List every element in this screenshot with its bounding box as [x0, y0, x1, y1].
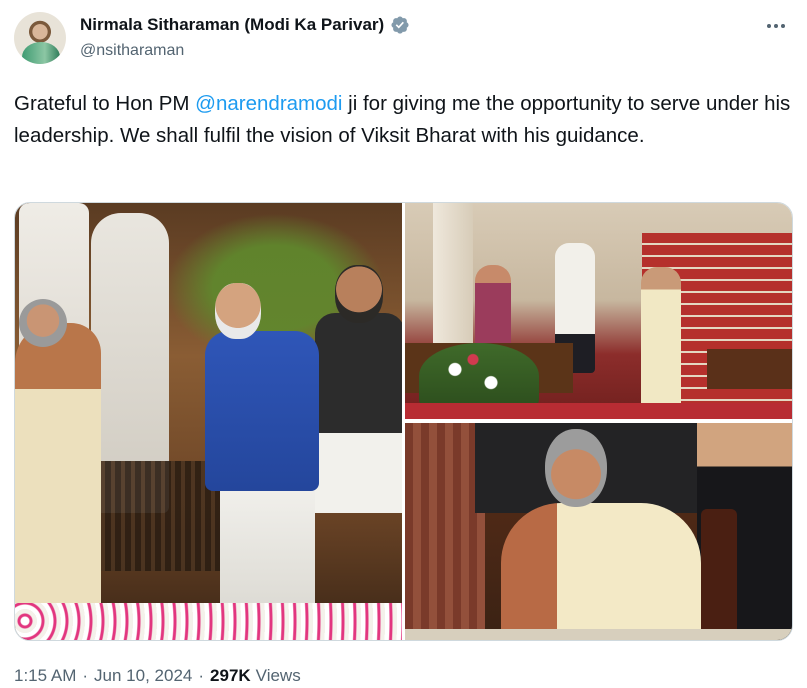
photo-ceremony-hall[interactable]: [405, 203, 792, 419]
tweet-text: Grateful to Hon PM @narendramodi ji for …: [14, 88, 794, 152]
meta-separator: ·: [82, 666, 89, 685]
mention-link[interactable]: @narendramodi: [195, 92, 342, 115]
author-name-row: Nirmala Sitharaman (Modi Ka Parivar): [80, 14, 410, 36]
verified-badge-icon: [391, 16, 409, 34]
meta-separator-2: ·: [198, 666, 205, 685]
photo-greeting[interactable]: [15, 203, 402, 640]
tweet-text-part-1: Grateful to Hon PM: [14, 92, 196, 115]
author-handle[interactable]: @nsitharaman: [80, 42, 184, 60]
avatar-photo: [22, 42, 60, 64]
views-count: 297K: [210, 666, 251, 685]
tweet-time[interactable]: 1:15 AM: [14, 666, 76, 686]
more-dots-icon[interactable]: [763, 16, 789, 36]
author-display-name[interactable]: Nirmala Sitharaman (Modi Ka Parivar): [80, 15, 384, 35]
media-grid: [14, 202, 793, 641]
photo-signing[interactable]: [405, 423, 792, 640]
views-label: Views: [255, 666, 301, 685]
tweet-meta: 1:15 AM · Jun 10, 2024 · 297K Views: [14, 666, 301, 686]
tweet: Nirmala Sitharaman (Modi Ka Parivar) @ns…: [0, 0, 807, 688]
tweet-date[interactable]: Jun 10, 2024: [94, 666, 192, 686]
avatar[interactable]: [14, 12, 66, 64]
